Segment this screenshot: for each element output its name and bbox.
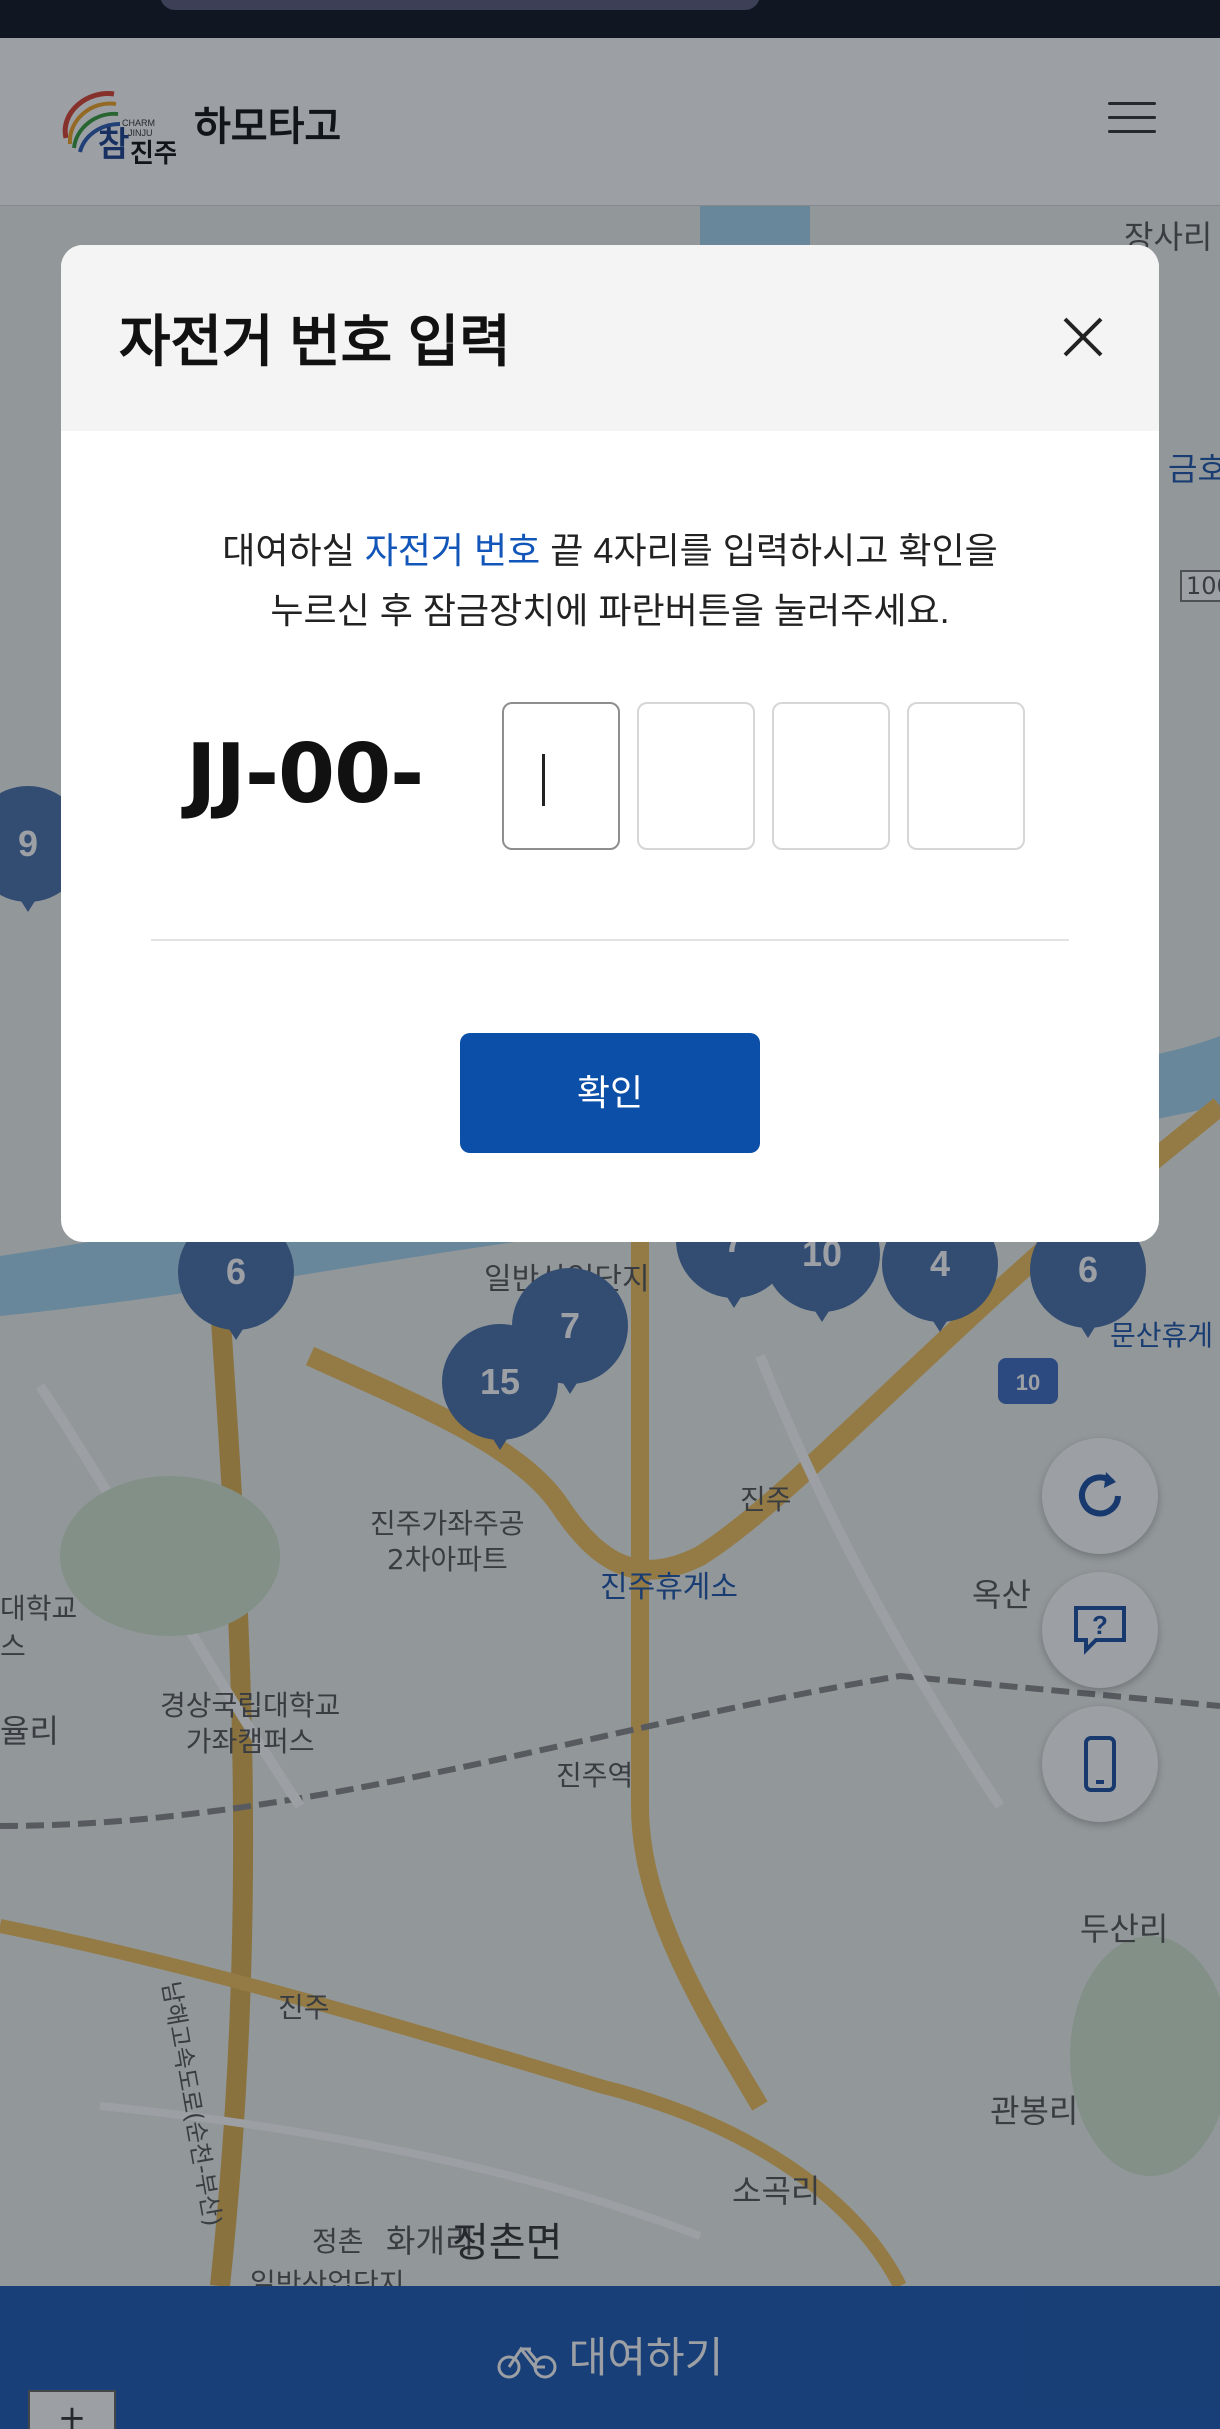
bike-number-prefix: JJ-00- [186,727,424,822]
instruction-text: 대여하실 자전거 번호 끝 4자리를 입력하시고 확인을 누르신 후 잠금장치에… [61,521,1159,641]
dialog-header: 자전거 번호 입력 [61,245,1159,431]
dialog-title: 자전거 번호 입력 [119,310,511,373]
instruction-line-1: 대여하실 자전거 번호 끝 4자리를 입력하시고 확인을 [61,521,1159,581]
digit-input-1[interactable] [502,702,620,850]
instruction-part-1: 대여하실 [222,530,365,571]
confirm-button[interactable]: 확인 [460,1033,760,1153]
status-bar [0,0,1220,38]
bike-number-dialog: 자전거 번호 입력 대여하실 자전거 번호 끝 4자리를 입력하시고 확인을 누… [61,245,1159,1242]
close-icon [1063,317,1103,357]
instruction-line-2: 누르신 후 잠금장치에 파란버튼을 눌러주세요. [270,590,950,631]
digit-input-4[interactable] [907,702,1025,850]
text-caret [542,754,545,806]
close-button[interactable] [1051,305,1115,369]
status-bar-pill [160,0,760,10]
digit-input-2[interactable] [637,702,755,850]
dialog-divider [151,939,1069,941]
digit-input-3[interactable] [772,702,890,850]
instruction-part-2: 끝 4자리를 입력하시고 확인을 [540,530,998,571]
instruction-highlight: 자전거 번호 [364,530,541,571]
